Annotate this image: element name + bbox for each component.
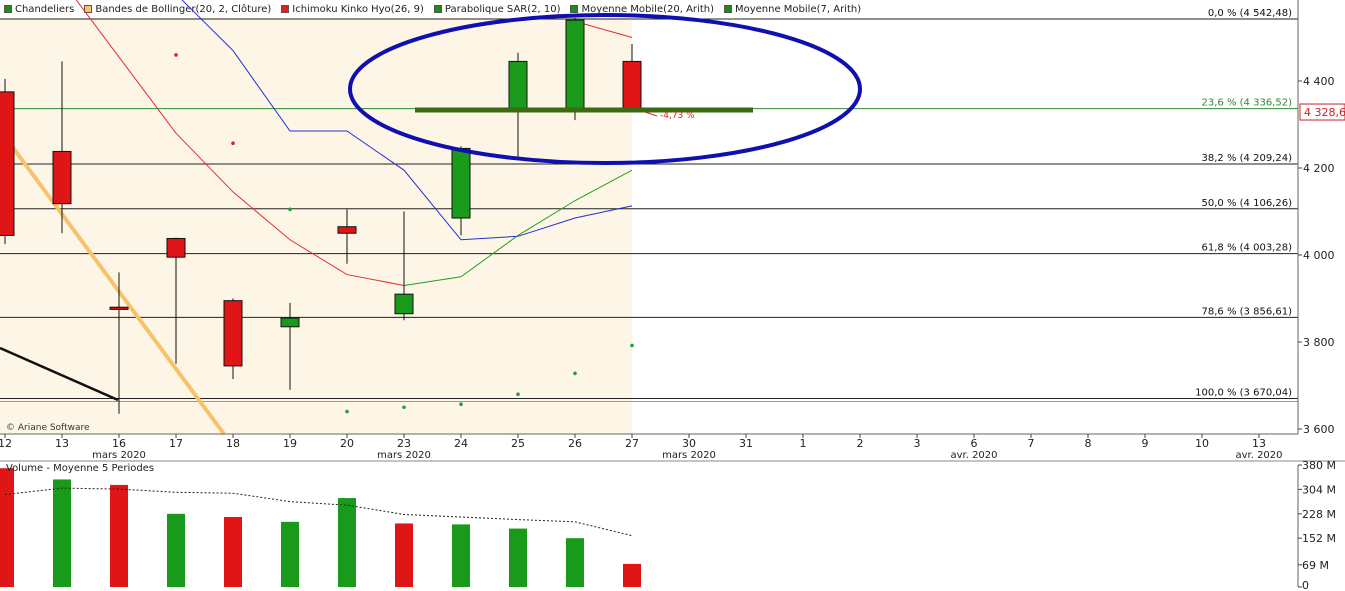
x-tick-label: 16 [112, 437, 126, 450]
fibonacci-label: 78,6 % (3 856,61) [1202, 306, 1293, 317]
price-tick-label: 4 200 [1303, 162, 1335, 175]
sar-point [573, 371, 577, 376]
sar-point [630, 343, 634, 348]
sar-point [516, 392, 520, 397]
x-tick-label: 30 [682, 437, 696, 450]
fibonacci-label: 100,0 % (3 670,04) [1195, 388, 1292, 399]
candle-body [508, 60, 528, 112]
x-tick-label: 13 [1252, 437, 1266, 450]
candle-body [280, 317, 300, 328]
sar-point [174, 53, 178, 57]
x-tick-label: 10 [1195, 437, 1209, 450]
x-tick-label: 12 [0, 437, 12, 450]
fibonacci-label: 23,6 % (4 336,52) [1202, 98, 1293, 109]
month-label: avr. 2020 [950, 450, 997, 461]
candle-body [166, 237, 186, 258]
price-chart: 0,0 % (4 542,48) 23,6 % (4 336,52) 38,2 % … [0, 0, 1345, 591]
candle-body [52, 150, 72, 205]
month-label: mars 2020 [92, 450, 146, 461]
x-tick-label: 17 [169, 437, 183, 450]
sar-point [345, 409, 349, 414]
volume-bar [0, 468, 14, 587]
volume-tick-label: 69 M [1302, 559, 1329, 572]
x-tick-label: 26 [568, 437, 582, 450]
x-tick-label: 2 [857, 437, 864, 450]
x-tick-label: 31 [739, 437, 753, 450]
fibonacci-label: 61,8 % (4 003,28) [1202, 243, 1293, 254]
fibonacci-label: 38,2 % (4 209,24) [1202, 153, 1293, 164]
x-tick-label: 24 [454, 437, 468, 450]
x-tick-label: 8 [1085, 437, 1092, 450]
x-tick-label: 18 [226, 437, 240, 450]
month-label: avr. 2020 [1235, 450, 1282, 461]
volume-bar [509, 528, 527, 587]
x-tick-label: 20 [340, 437, 354, 450]
candle-body [223, 300, 243, 367]
volume-bar [53, 479, 71, 587]
volume-bar [167, 513, 185, 587]
x-tick-label: 1 [800, 437, 807, 450]
sar-point [231, 141, 235, 146]
x-tick-label: 27 [625, 437, 639, 450]
x-tick-label: 3 [914, 437, 921, 450]
volume-bar [110, 484, 128, 587]
sar-point [402, 405, 406, 410]
change-arrow [644, 111, 658, 117]
fibonacci-label: 50,0 % (4 106,26) [1202, 198, 1293, 209]
x-tick-label: 19 [283, 437, 297, 450]
volume-bar [338, 498, 356, 587]
volume-tick-label: 152 M [1302, 532, 1336, 545]
price-tick-label: 3 800 [1303, 336, 1335, 349]
volume-bar [281, 521, 299, 587]
x-tick-label: 6 [971, 437, 978, 450]
volume-bar [452, 524, 470, 587]
volume-tick-label: 0 [1302, 579, 1309, 591]
candle-body [109, 306, 129, 310]
volume-tick-label: 228 M [1302, 508, 1336, 521]
volume-bar [623, 563, 641, 587]
x-tick-label: 25 [511, 437, 525, 450]
candle-body [622, 60, 642, 112]
candle-body [0, 91, 15, 236]
volume-average-line [4, 487, 633, 537]
x-tick-label: 13 [55, 437, 69, 450]
volume-tick-label: 380 M [1302, 459, 1336, 472]
volume-tick-label: 304 M [1302, 483, 1336, 496]
candle-body [337, 226, 357, 234]
x-tick-label: 9 [1142, 437, 1149, 450]
x-tick-label: 23 [397, 437, 411, 450]
volume-title: Volume - Moyenne 5 Periodes [6, 463, 155, 474]
candle-body [451, 147, 471, 219]
month-label: mars 2020 [662, 450, 716, 461]
volume-bar [395, 523, 413, 587]
price-tick-label: 3 600 [1303, 423, 1335, 436]
volume-bar [224, 517, 242, 587]
volume-bar [566, 538, 584, 587]
sar-point [459, 402, 463, 407]
price-tick-label: 4 400 [1303, 75, 1335, 88]
copyright-label: © Ariane Software [6, 423, 90, 433]
price-tick-label: 4 000 [1303, 249, 1335, 262]
sar-point [288, 207, 292, 212]
change-label: -4,73 % [660, 111, 695, 121]
month-label: mars 2020 [377, 450, 431, 461]
candle-body [394, 293, 414, 315]
history-shading [0, 18, 632, 434]
candle-body [565, 19, 585, 110]
x-tick-label: 7 [1028, 437, 1035, 450]
fibonacci-label: 0,0 % (4 542,48) [1208, 8, 1292, 19]
last-price-label: 4 328,68 [1304, 106, 1345, 119]
